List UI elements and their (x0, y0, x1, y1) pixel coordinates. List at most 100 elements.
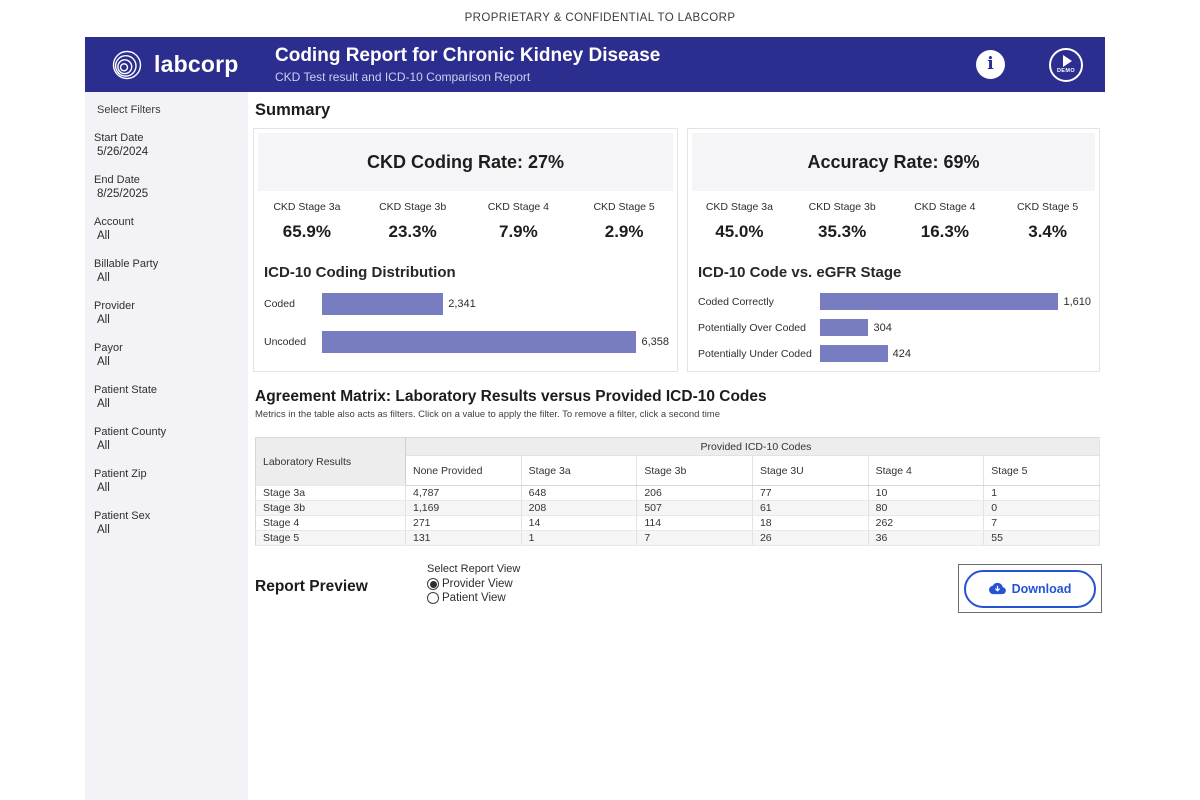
matrix-cell[interactable]: 271 (406, 516, 522, 531)
bar-value-label: 304 (873, 322, 891, 334)
matrix-cell[interactable]: 36 (868, 531, 984, 546)
stage-value: 35.3% (791, 222, 894, 242)
info-icon: i (987, 56, 993, 73)
matrix-cell[interactable]: 18 (752, 516, 868, 531)
page-subtitle: CKD Test result and ICD-10 Comparison Re… (275, 70, 660, 84)
report-view-selector: Select Report View Provider View Patient… (427, 563, 520, 606)
matrix-cell[interactable]: 7 (984, 516, 1100, 531)
matrix-cell[interactable]: 4,787 (406, 486, 522, 501)
info-button[interactable]: i (976, 50, 1005, 79)
matrix-cell[interactable]: 14 (521, 516, 637, 531)
matrix-cell[interactable]: 208 (521, 501, 637, 516)
filter-patient-state[interactable]: Patient State All (94, 384, 240, 410)
cloud-download-icon (989, 580, 1006, 597)
col-header-none-provided: None Provided (406, 456, 522, 486)
filter-end-date[interactable]: End Date 8/25/2025 (94, 174, 240, 200)
matrix-cell[interactable]: 80 (868, 501, 984, 516)
matrix-cell[interactable]: 262 (868, 516, 984, 531)
stage-label: CKD Stage 3a (254, 201, 360, 213)
row-label: Stage 4 (256, 516, 406, 531)
matrix-cell[interactable]: 77 (752, 486, 868, 501)
matrix-cell[interactable]: 7 (637, 531, 753, 546)
stage-label: CKD Stage 5 (996, 201, 1099, 213)
filter-label: Patient Zip (94, 468, 240, 480)
coded-correctly-bar (820, 293, 1058, 310)
ckd-coding-rate-card: CKD Coding Rate: 27% CKD Stage 3a65.9% C… (253, 128, 678, 372)
bar-category-label: Coded Correctly (698, 296, 820, 308)
filter-value[interactable]: All (94, 440, 240, 452)
under-coded-bar (820, 345, 888, 362)
matrix-cell[interactable]: 114 (637, 516, 753, 531)
filter-value[interactable]: All (94, 356, 240, 368)
download-button[interactable]: Download (964, 570, 1096, 608)
filter-patient-sex[interactable]: Patient Sex All (94, 510, 240, 536)
filter-value[interactable]: All (94, 230, 240, 242)
filter-payor[interactable]: Payor All (94, 342, 240, 368)
agreement-matrix-title: Agreement Matrix: Laboratory Results ver… (255, 388, 767, 406)
demo-play-button[interactable]: DEMO (1049, 48, 1083, 82)
bar-category-label: Uncoded (264, 336, 322, 348)
col-header-stage-4: Stage 4 (868, 456, 984, 486)
filter-label: Account (94, 216, 240, 228)
bar-category-label: Coded (264, 298, 322, 310)
filter-value[interactable]: 5/26/2024 (94, 146, 240, 158)
filter-label: Provider (94, 300, 240, 312)
demo-label: DEMO (1057, 68, 1075, 74)
col-header-stage-3a: Stage 3a (521, 456, 637, 486)
filter-value[interactable]: All (94, 272, 240, 284)
matrix-cell[interactable]: 10 (868, 486, 984, 501)
stage-value: 3.4% (996, 222, 1099, 242)
bar-value-label: 1,610 (1063, 296, 1091, 308)
filter-provider[interactable]: Provider All (94, 300, 240, 326)
table-row: Stage 3b 1,169 208 507 61 80 0 (256, 501, 1100, 516)
bar-value-label: 6,358 (641, 336, 669, 348)
stage-value: 2.9% (571, 222, 677, 242)
filter-billable-party[interactable]: Billable Party All (94, 258, 240, 284)
filter-account[interactable]: Account All (94, 216, 240, 242)
matrix-cell[interactable]: 1,169 (406, 501, 522, 516)
matrix-cell[interactable]: 55 (984, 531, 1100, 546)
confidential-banner: PROPRIETARY & CONFIDENTIAL TO LABCORP (0, 12, 1200, 24)
stage-value: 7.9% (466, 222, 572, 242)
bar-category-label: Potentially Under Coded (698, 348, 820, 360)
provider-view-option[interactable]: Provider View (427, 578, 520, 590)
filter-patient-county[interactable]: Patient County All (94, 426, 240, 452)
matrix-cell[interactable]: 648 (521, 486, 637, 501)
matrix-cell[interactable]: 1 (521, 531, 637, 546)
filter-patient-zip[interactable]: Patient Zip All (94, 468, 240, 494)
radio-unselected-icon[interactable] (427, 592, 439, 604)
filter-start-date[interactable]: Start Date 5/26/2024 (94, 132, 240, 158)
view-selector-label: Select Report View (427, 563, 520, 575)
bar-value-label: 424 (893, 348, 911, 360)
table-row: Stage 5 131 1 7 26 36 55 (256, 531, 1100, 546)
egfr-stage-chart: Coded Correctly 1,610 Potentially Over C… (698, 293, 1091, 362)
filter-value[interactable]: 8/25/2025 (94, 188, 240, 200)
matrix-cell[interactable]: 131 (406, 531, 522, 546)
radio-selected-icon[interactable] (427, 578, 439, 590)
accuracy-rate-title: Accuracy Rate: 69% (692, 133, 1095, 191)
matrix-cell[interactable]: 0 (984, 501, 1100, 516)
patient-view-option[interactable]: Patient View (427, 592, 520, 604)
filter-value[interactable]: All (94, 314, 240, 326)
matrix-cell[interactable]: 1 (984, 486, 1100, 501)
logo-wordmark: labcorp (154, 51, 238, 78)
stage-value: 65.9% (254, 222, 360, 242)
filter-value[interactable]: All (94, 482, 240, 494)
stage-label: CKD Stage 3b (791, 201, 894, 213)
matrix-cell[interactable]: 507 (637, 501, 753, 516)
row-label: Stage 3a (256, 486, 406, 501)
matrix-cell[interactable]: 26 (752, 531, 868, 546)
matrix-cell[interactable]: 61 (752, 501, 868, 516)
filter-label: Payor (94, 342, 240, 354)
table-row: Stage 4 271 14 114 18 262 7 (256, 516, 1100, 531)
filter-value[interactable]: All (94, 398, 240, 410)
stage-label: CKD Stage 3b (360, 201, 466, 213)
filter-label: Patient County (94, 426, 240, 438)
matrix-cell[interactable]: 206 (637, 486, 753, 501)
filter-value[interactable]: All (94, 524, 240, 536)
labcorp-logo: labcorp (109, 47, 249, 83)
play-icon (1063, 55, 1072, 67)
header-bar: labcorp Coding Report for Chronic Kidney… (85, 37, 1105, 92)
filter-label: Start Date (94, 132, 240, 144)
bar-category-label: Potentially Over Coded (698, 322, 820, 334)
